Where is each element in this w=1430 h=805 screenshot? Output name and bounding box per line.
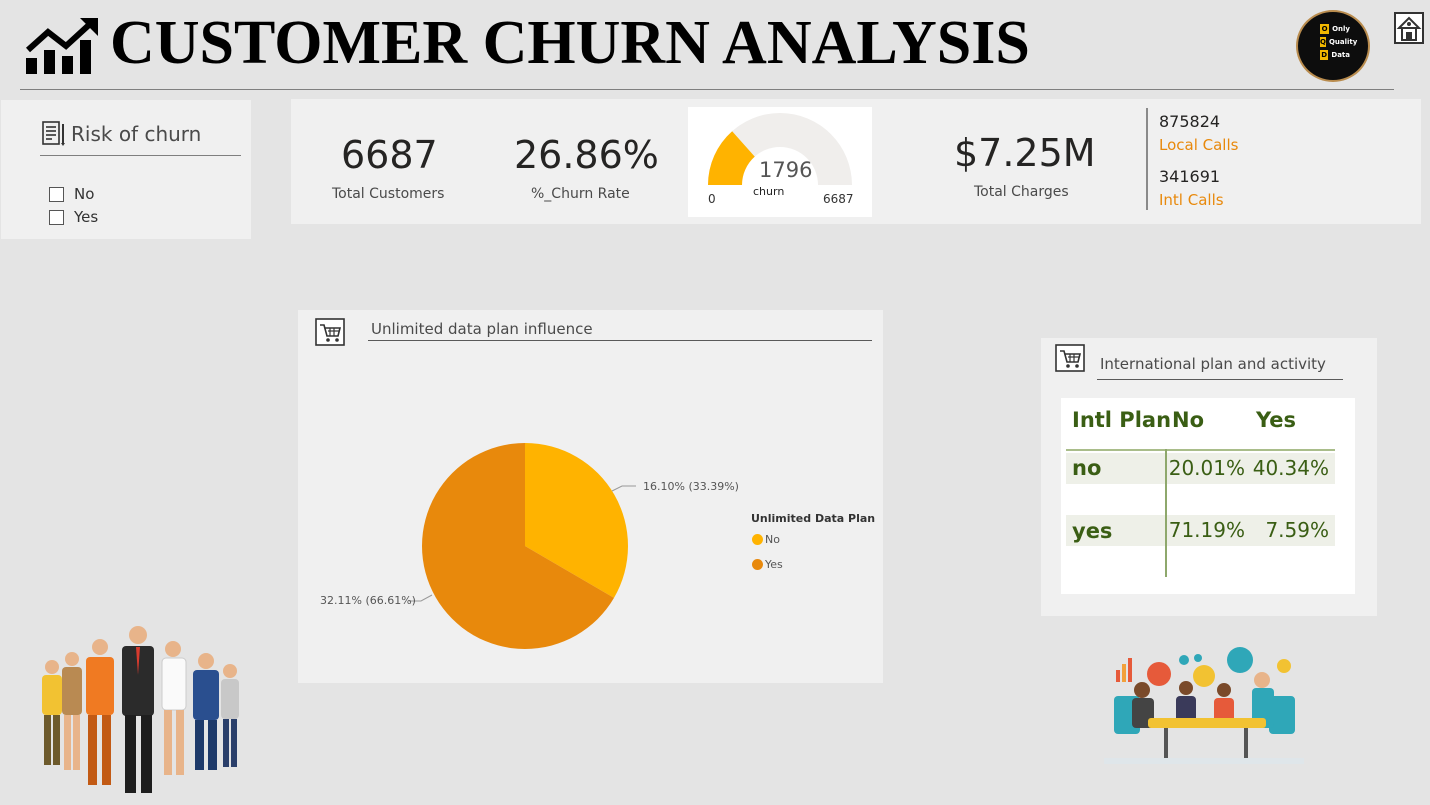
checkbox[interactable]: [49, 186, 64, 202]
gauge-label: churn: [753, 185, 785, 198]
intl-panel-title: International plan and activity: [1100, 355, 1326, 373]
matrix-row-label: no: [1072, 456, 1102, 480]
pie-data-label: 16.10% (33.39%): [643, 480, 739, 493]
person-figure: [62, 652, 82, 770]
legend-dot: [752, 534, 763, 545]
slicer-option-no[interactable]: No: [49, 185, 94, 203]
intl-calls-value: 341691: [1159, 167, 1221, 186]
pie-chart: [409, 443, 636, 649]
matrix-cell: 20.01%: [1168, 456, 1245, 480]
legend-label: Yes: [765, 558, 783, 571]
logo-text: Only: [1332, 25, 1350, 33]
logo-text: Data: [1331, 51, 1350, 59]
risk-of-churn-slicer: [1, 100, 251, 239]
intl-calls-label: Intl Calls: [1159, 191, 1224, 209]
trend-up-chart-icon: [25, 18, 98, 74]
home-icon[interactable]: [1394, 12, 1424, 44]
total-charges-label: Total Charges: [974, 184, 1069, 200]
logo-letter: O: [1320, 24, 1330, 34]
matrix-header: No: [1172, 408, 1205, 432]
matrix-cell: 40.34%: [1252, 456, 1329, 480]
slicer-title: Risk of churn: [71, 122, 202, 146]
legend-label: No: [765, 533, 780, 546]
matrix-header: Yes: [1256, 408, 1297, 432]
total-charges-value: $7.25M: [954, 131, 1096, 175]
local-calls-value: 875824: [1159, 112, 1221, 131]
legend-item-no[interactable]: No: [752, 533, 780, 546]
business-people-illustration: [42, 626, 239, 793]
calls-divider: [1146, 108, 1148, 210]
logo-letter: D: [1320, 50, 1329, 60]
total-customers-label: Total Customers: [332, 186, 445, 202]
matrix-cell: 7.59%: [1265, 518, 1329, 542]
legend-dot: [752, 559, 763, 570]
brand-logo: O Only Q Quality D Data: [1296, 10, 1370, 82]
header-divider: [20, 89, 1394, 90]
matrix-header: Intl Plan: [1072, 408, 1172, 432]
churn-rate-value: 26.86%: [514, 133, 659, 177]
person-figure: [161, 641, 187, 775]
logo-letter: Q: [1320, 37, 1326, 47]
slicer-divider: [40, 155, 241, 156]
person-figure: [42, 660, 62, 765]
matrix-cell: 71.19%: [1168, 518, 1245, 542]
legend-title: Unlimited Data Plan: [751, 512, 876, 525]
person-figure: [122, 626, 154, 793]
person-figure: [221, 664, 239, 767]
local-calls-label: Local Calls: [1159, 136, 1239, 154]
page-title: CUSTOMER CHURN ANALYSIS: [110, 9, 1030, 77]
option-label: No: [74, 185, 95, 203]
gauge-value: 1796: [759, 158, 813, 182]
team-meeting-illustration: [1104, 647, 1304, 764]
gauge-max: 6687: [823, 192, 854, 206]
gauge-min: 0: [708, 192, 716, 206]
logo-text: Quality: [1328, 38, 1358, 46]
person-figure: [86, 639, 114, 785]
matrix-row-label: yes: [1072, 519, 1113, 543]
shopping-cart-icon: [1055, 344, 1085, 372]
leader-line: [611, 485, 636, 492]
option-label: Yes: [74, 208, 99, 226]
matrix-header-divider: [1066, 449, 1335, 451]
person-figure: [193, 653, 219, 770]
churn-rate-label: %_Churn Rate: [531, 186, 630, 202]
intl-title-divider: [1097, 379, 1343, 380]
pie-data-label: 32.11% (66.61%): [320, 594, 416, 607]
slicer-option-yes[interactable]: Yes: [49, 208, 98, 226]
checkbox[interactable]: [49, 209, 64, 225]
legend-item-yes[interactable]: Yes: [752, 558, 783, 571]
slicer-list-icon: [42, 121, 65, 146]
total-customers-value: 6687: [341, 133, 438, 177]
